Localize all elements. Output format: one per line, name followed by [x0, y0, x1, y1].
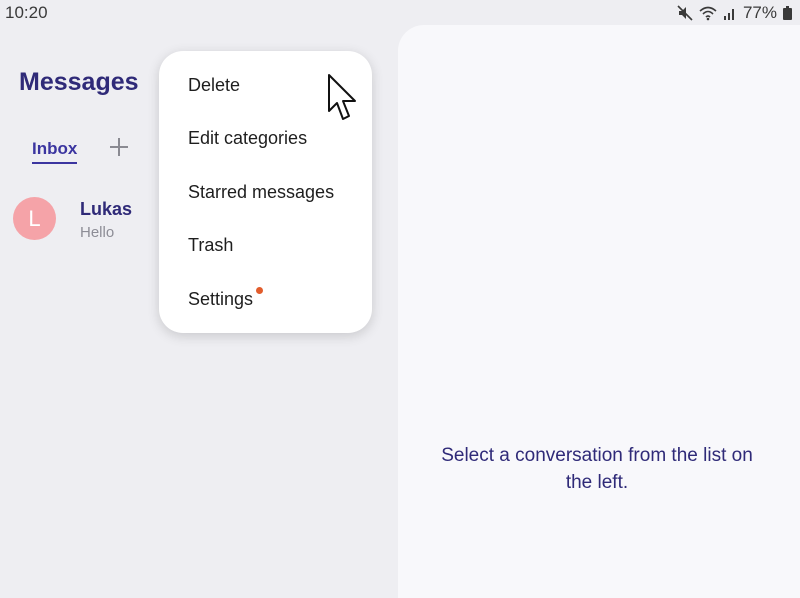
menu-item-label: Delete: [188, 75, 241, 95]
empty-state-text: Select a conversation from the list on t…: [441, 445, 753, 493]
signal-icon: [723, 9, 734, 20]
battery-icon: [783, 6, 792, 20]
menu-item-trash[interactable]: Trash: [159, 219, 372, 272]
conversation-preview: Hello: [80, 224, 115, 241]
status-time: 10:20: [5, 3, 48, 22]
status-icons: 77%: [677, 3, 792, 23]
mouse-pointer-icon: [328, 74, 356, 120]
plus-icon[interactable]: [108, 135, 132, 159]
menu-item-settings[interactable]: Settings: [159, 273, 372, 326]
menu-item-label: Settings: [188, 289, 254, 309]
mute-icon: [677, 5, 693, 21]
conversation-detail-pane: Select a conversation from the list on t…: [398, 25, 800, 598]
status-bar: 10:20 77%: [0, 0, 800, 26]
battery-percent: 77%: [742, 3, 777, 22]
page-title: Messages: [19, 68, 139, 96]
menu-item-label: Edit categories: [188, 128, 308, 148]
menu-item-label: Starred messages: [188, 182, 335, 202]
menu-item-starred-messages[interactable]: Starred messages: [159, 166, 372, 219]
category-tabs: Inbox: [32, 138, 128, 164]
tablet-screen: 10:20 77% Messages Inbox L Lukas Hello S…: [0, 0, 800, 598]
tab-inbox[interactable]: Inbox: [32, 139, 78, 164]
conversation-name: Lukas: [80, 199, 133, 219]
notification-dot: [256, 287, 264, 294]
avatar: L: [13, 197, 56, 240]
menu-item-label: Trash: [188, 235, 234, 255]
wifi-icon: [699, 6, 717, 21]
